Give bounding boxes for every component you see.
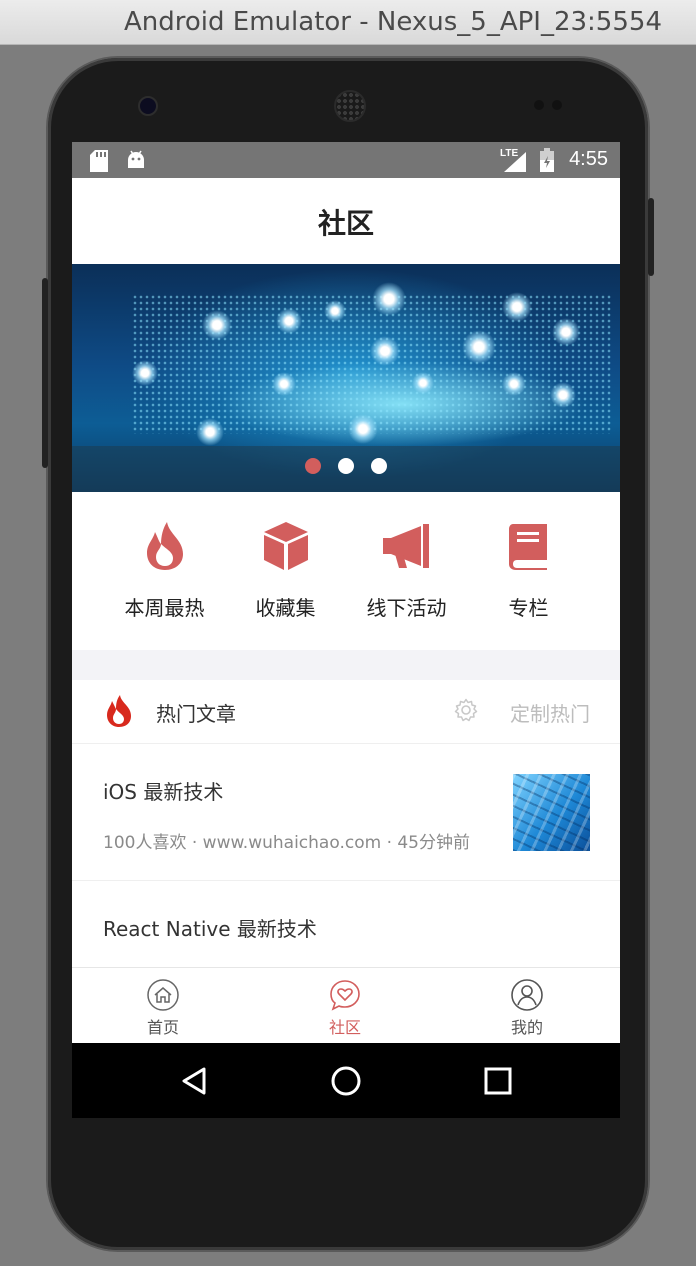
fire-icon: [107, 695, 131, 727]
tab-label: 社区: [328, 1018, 361, 1037]
box-icon: [263, 522, 308, 570]
light-sensor: [552, 100, 562, 110]
volume-button[interactable]: [42, 278, 48, 468]
status-time: 4:55: [569, 148, 608, 170]
carousel-dot-2[interactable]: [338, 458, 354, 474]
banner-carousel[interactable]: [72, 264, 620, 492]
home-circle-icon[interactable]: [326, 1061, 366, 1101]
menu-item-columns[interactable]: 专栏: [460, 520, 597, 621]
tab-home[interactable]: 首页: [72, 978, 254, 1038]
tab-label: 我的: [510, 1018, 543, 1037]
battery-icon: [540, 148, 554, 172]
earpiece-speaker: [334, 90, 366, 122]
article-item[interactable]: React Native 最新技术: [72, 881, 620, 968]
menu-item-label: 线下活动: [366, 596, 447, 620]
sd-card-icon: [90, 150, 108, 172]
tab-community[interactable]: 社区: [254, 978, 436, 1038]
bottom-tab-bar: 首页 社区 我的: [72, 967, 620, 1044]
article-meta: 100人喜欢 · www.wuhaichao.com · 45分钟前: [103, 833, 471, 853]
menu-item-label: 本周最热: [124, 596, 205, 620]
window-title: Android Emulator - Nexus_5_API_23:5554: [124, 7, 662, 37]
carousel-dot-3[interactable]: [371, 458, 388, 474]
device-screen: LTE 4:55 社区 本周最热 收藏集 线下活动 专栏 热门文章 定制热门 i…: [72, 142, 620, 1118]
fire-icon: [146, 522, 183, 570]
megaphone-icon: [382, 524, 429, 568]
hot-articles-title: 热门文章: [156, 702, 236, 726]
article-item[interactable]: iOS 最新技术 100人喜欢 · www.wuhaichao.com · 45…: [72, 744, 620, 881]
header-bar: 社区: [72, 178, 620, 264]
gear-icon[interactable]: [454, 698, 478, 722]
menu-item-collections[interactable]: 收藏集: [217, 520, 354, 621]
quick-menu: 本周最热 收藏集 线下活动 专栏: [72, 492, 620, 650]
hot-articles-header: 热门文章 定制热门: [72, 680, 620, 744]
proximity-sensor: [534, 100, 544, 110]
menu-item-label: 专栏: [508, 596, 549, 620]
menu-item-hot-this-week[interactable]: 本周最热: [96, 520, 233, 621]
home-icon: [147, 979, 179, 1011]
menu-item-offline-events[interactable]: 线下活动: [338, 520, 475, 621]
menu-item-label: 收藏集: [255, 596, 316, 620]
lte-signal-icon: [504, 152, 526, 172]
section-divider: [72, 650, 620, 680]
back-icon[interactable]: [174, 1061, 214, 1101]
article-title: React Native 最新技术: [103, 917, 317, 941]
system-navigation-bar: [72, 1043, 620, 1118]
carousel-dot-1[interactable]: [304, 458, 321, 474]
book-icon: [508, 524, 547, 570]
front-camera: [138, 96, 158, 116]
page-title: 社区: [317, 207, 374, 240]
article-title: iOS 最新技术: [103, 780, 224, 804]
recents-icon[interactable]: [478, 1061, 518, 1101]
article-thumbnail: [513, 774, 590, 851]
community-heart-icon: [330, 980, 360, 1011]
power-button[interactable]: [648, 198, 654, 276]
status-bar: LTE 4:55: [72, 142, 620, 178]
android-icon: [128, 150, 144, 168]
profile-icon: [511, 979, 543, 1011]
tab-label: 首页: [146, 1018, 179, 1037]
tab-profile[interactable]: 我的: [436, 978, 618, 1038]
carousel-indicator: [72, 458, 620, 478]
customize-hot-link[interactable]: 定制热门: [510, 698, 590, 727]
window-titlebar: Android Emulator - Nexus_5_API_23:5554: [0, 0, 696, 45]
